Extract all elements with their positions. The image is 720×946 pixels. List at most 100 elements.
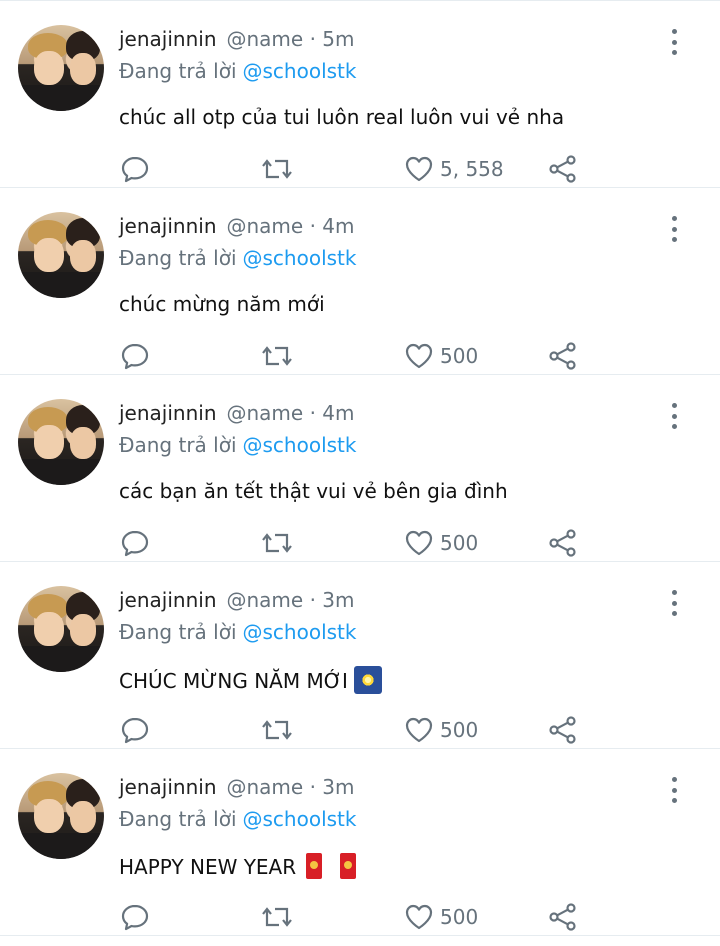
tweet-text: chúc mừng năm mới	[119, 292, 325, 316]
avatar[interactable]	[18, 586, 104, 672]
heart-icon	[405, 530, 433, 556]
like-count: 500	[440, 531, 479, 555]
avatar[interactable]	[18, 399, 104, 485]
tweet-actions: 500	[0, 338, 720, 374]
red-envelope-icon	[340, 853, 357, 879]
more-vertical-icon[interactable]	[664, 29, 684, 55]
comment-icon	[121, 904, 149, 931]
reply-to-link[interactable]: @schoolstk	[243, 433, 357, 457]
heart-icon	[405, 904, 433, 930]
comment-icon	[121, 156, 149, 183]
reply-prefix: Đang trả lời	[119, 620, 237, 644]
reply-prefix: Đang trả lời	[119, 59, 237, 83]
like-count: 500	[440, 718, 479, 742]
like-button[interactable]: 500	[404, 525, 478, 561]
tweet-actions: 500	[0, 899, 720, 935]
replying-to: Đang trả lời @schoolstk	[119, 433, 356, 457]
share-button[interactable]	[548, 338, 578, 374]
red-envelope-icon	[306, 853, 323, 879]
reply-prefix: Đang trả lời	[119, 807, 237, 831]
tweet-text: các bạn ăn tết thật vui vẻ bên gia đình	[119, 479, 508, 503]
retweet-icon	[262, 720, 292, 740]
reply-to-link[interactable]: @schoolstk	[243, 620, 357, 644]
retweet-icon	[262, 346, 292, 366]
share-button[interactable]	[548, 712, 578, 748]
comment-button[interactable]	[120, 338, 150, 374]
tweet[interactable]: jenajinnin @name · 3m Đang trả lời @school…	[0, 562, 720, 749]
avatar[interactable]	[18, 773, 104, 859]
more-vertical-icon[interactable]	[664, 403, 684, 429]
comment-button[interactable]	[120, 151, 150, 187]
tweet-actions: 500	[0, 525, 720, 561]
share-button[interactable]	[548, 899, 578, 935]
display-name[interactable]: jenajinnin	[119, 588, 217, 612]
handle-and-time: @name · 4m	[226, 401, 355, 425]
tweet-feed: jenajinnin @name · 5m Đang trả lời @school…	[0, 0, 720, 946]
reply-prefix: Đang trả lời	[119, 433, 237, 457]
tweet-header: jenajinnin @name · 3m	[119, 588, 355, 612]
display-name[interactable]: jenajinnin	[119, 775, 217, 799]
handle-and-time: @name · 5m	[226, 27, 355, 51]
reply-to-link[interactable]: @schoolstk	[243, 246, 357, 270]
comment-icon	[121, 343, 149, 370]
like-button[interactable]: 500	[404, 338, 478, 374]
comment-button[interactable]	[120, 525, 150, 561]
replying-to: Đang trả lời @schoolstk	[119, 246, 356, 270]
like-button[interactable]: 500	[404, 712, 478, 748]
tweet-text: chúc all otp của tui luôn real luôn vui …	[119, 105, 565, 129]
comment-button[interactable]	[120, 899, 150, 935]
handle-and-time: @name · 3m	[226, 588, 355, 612]
reply-to-link[interactable]: @schoolstk	[243, 59, 357, 83]
retweet-icon	[262, 159, 292, 179]
tweet-header: jenajinnin @name · 5m	[119, 27, 355, 51]
heart-icon	[405, 343, 433, 369]
like-button[interactable]: 500	[404, 899, 478, 935]
comment-icon	[121, 717, 149, 744]
handle-and-time: @name · 4m	[226, 214, 355, 238]
display-name[interactable]: jenajinnin	[119, 401, 217, 425]
retweet-button[interactable]	[261, 338, 293, 374]
handle-and-time: @name · 3m	[226, 775, 355, 799]
retweet-button[interactable]	[261, 525, 293, 561]
retweet-button[interactable]	[261, 712, 293, 748]
retweet-icon	[262, 533, 292, 553]
tweet-header: jenajinnin @name · 3m	[119, 775, 355, 799]
tweet-text: HAPPY NEW YEAR	[119, 853, 357, 879]
tweet-header: jenajinnin @name · 4m	[119, 214, 355, 238]
share-icon	[549, 155, 576, 183]
like-button[interactable]: 5, 558	[404, 151, 504, 187]
reply-prefix: Đang trả lời	[119, 246, 237, 270]
retweet-button[interactable]	[261, 899, 293, 935]
reply-to-link[interactable]: @schoolstk	[243, 807, 357, 831]
share-button[interactable]	[548, 525, 578, 561]
replying-to: Đang trả lời @schoolstk	[119, 59, 356, 83]
comment-icon	[121, 530, 149, 557]
tweet-actions: 5, 558	[0, 151, 720, 187]
heart-icon	[405, 156, 433, 182]
share-icon	[549, 529, 576, 557]
display-name[interactable]: jenajinnin	[119, 214, 217, 238]
avatar[interactable]	[18, 25, 104, 111]
retweet-icon	[262, 907, 292, 927]
display-name[interactable]: jenajinnin	[119, 27, 217, 51]
tweet[interactable]: jenajinnin @name · 3m Đang trả lời @school…	[0, 749, 720, 936]
retweet-button[interactable]	[261, 151, 293, 187]
like-count: 500	[440, 344, 479, 368]
tweet[interactable]: jenajinnin @name · 4m Đang trả lời @school…	[0, 188, 720, 375]
fireworks-emoji-icon	[353, 666, 382, 694]
replying-to: Đang trả lời @schoolstk	[119, 807, 356, 831]
more-vertical-icon[interactable]	[664, 216, 684, 242]
tweet[interactable]: jenajinnin @name · 5m Đang trả lời @school…	[0, 1, 720, 188]
share-icon	[549, 903, 576, 931]
tweet-actions: 500	[0, 712, 720, 748]
like-count: 5, 558	[440, 157, 504, 181]
more-vertical-icon[interactable]	[664, 590, 684, 616]
comment-button[interactable]	[120, 712, 150, 748]
avatar[interactable]	[18, 212, 104, 298]
like-count: 500	[440, 905, 479, 929]
share-icon	[549, 342, 576, 370]
share-button[interactable]	[548, 151, 578, 187]
tweet[interactable]: jenajinnin @name · 4m Đang trả lời @school…	[0, 375, 720, 562]
tweet-header: jenajinnin @name · 4m	[119, 401, 355, 425]
more-vertical-icon[interactable]	[664, 777, 684, 803]
